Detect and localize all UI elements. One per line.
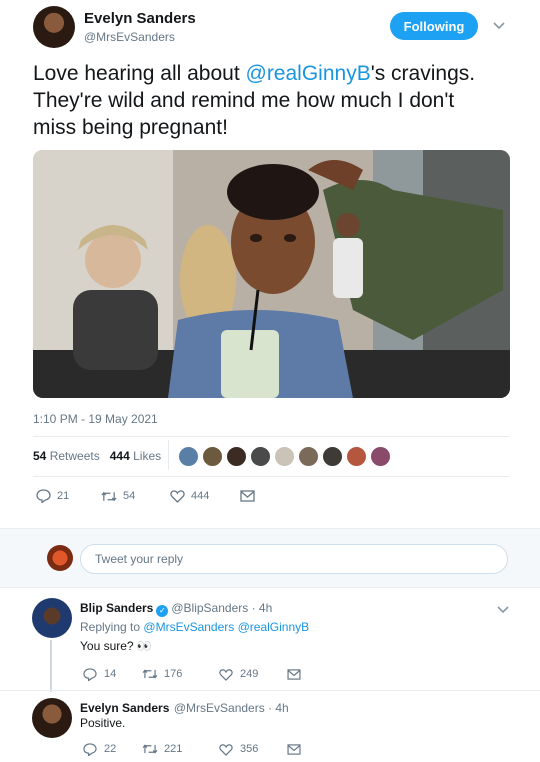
liker-avatars[interactable] (178, 446, 391, 467)
reply-icon (82, 741, 98, 757)
retweet-icon (142, 666, 158, 682)
mention-link[interactable]: @realGinnyB (246, 62, 371, 85)
reply-count: 14 (104, 668, 117, 680)
retweet-button[interactable]: 54 (101, 488, 169, 504)
reply-input[interactable]: Tweet your reply (80, 544, 508, 574)
like-count: 356 (240, 743, 259, 755)
liker-avatar[interactable] (298, 446, 319, 467)
tweet-text-start: Love hearing all about (33, 62, 246, 85)
mail-icon (286, 666, 302, 682)
chevron-down-icon[interactable] (497, 601, 509, 617)
retweet-count: 176 (164, 668, 183, 680)
liker-avatar[interactable] (226, 446, 247, 467)
tweet-timestamp[interactable]: 1:10 PM - 19 May 2021 (33, 412, 158, 426)
reply-text: You sure? 👀 (80, 639, 152, 653)
retweet-button[interactable]: 176 (142, 666, 218, 682)
mail-icon (239, 488, 255, 504)
chevron-down-icon[interactable] (493, 17, 505, 33)
like-count: 444 (191, 490, 210, 502)
tweet-photo[interactable] (33, 150, 510, 398)
engagement-stats: 54 Retweets 444 Likes (33, 449, 161, 463)
liker-avatar[interactable] (346, 446, 367, 467)
retweets-label: Retweets (49, 449, 100, 463)
like-button[interactable]: 356 (218, 741, 286, 757)
like-button[interactable]: 249 (218, 666, 286, 682)
reply-header: Blip Sanders ✓ @BlipSanders · 4h (80, 599, 272, 617)
current-user-avatar[interactable] (47, 545, 73, 571)
verified-icon: ✓ (156, 604, 169, 617)
reply-text: Positive. (80, 716, 126, 730)
reply-author-name[interactable]: Evelyn Sanders (80, 701, 169, 715)
likes-count: 444 (109, 449, 130, 463)
tweet-text: Love hearing all about @realGinnyB's cra… (33, 60, 503, 141)
reply-button[interactable]: 22 (82, 741, 142, 757)
retweet-icon (142, 741, 158, 757)
like-button[interactable]: 444 (169, 488, 239, 504)
following-button[interactable]: Following (390, 12, 478, 40)
author-name[interactable]: Evelyn Sanders (84, 10, 196, 27)
author-handle[interactable]: @MrsEvSanders (84, 30, 175, 44)
heart-icon (169, 488, 185, 504)
retweet-count: 54 (123, 490, 136, 502)
reply-actions: 14 176 249 (82, 666, 302, 682)
author-avatar[interactable] (33, 6, 75, 48)
reply-icon (82, 666, 98, 682)
reply-button[interactable]: 14 (82, 666, 142, 682)
reply-button[interactable]: 21 (35, 488, 101, 504)
message-button[interactable] (286, 741, 302, 757)
likes-label: Likes (133, 449, 162, 463)
reply-avatar[interactable] (32, 598, 72, 638)
message-button[interactable] (239, 488, 255, 504)
retweets-count: 54 (33, 449, 47, 463)
message-button[interactable] (286, 666, 302, 682)
divider (168, 440, 169, 470)
divider (0, 690, 540, 691)
liker-avatar[interactable] (370, 446, 391, 467)
liker-avatar[interactable] (202, 446, 223, 467)
retweet-icon (101, 488, 117, 504)
reply-author-name[interactable]: Blip Sanders (80, 601, 153, 615)
thread-line (50, 640, 52, 692)
like-count: 249 (240, 668, 259, 680)
reply-count: 22 (104, 743, 117, 755)
mail-icon (286, 741, 302, 757)
replying-to: Replying to @MrsEvSanders @realGinnyB (80, 620, 309, 634)
reply-handle-time[interactable]: @BlipSanders · 4h (171, 601, 272, 615)
divider (33, 436, 510, 437)
replying-to-handles[interactable]: @MrsEvSanders @realGinnyB (143, 620, 309, 634)
tweet-actions: 21 54 444 (35, 488, 255, 504)
likes-stat[interactable]: 444 Likes (110, 449, 161, 463)
retweet-button[interactable]: 221 (142, 741, 218, 757)
reply-handle-time[interactable]: @MrsEvSanders · 4h (174, 701, 289, 715)
divider (33, 476, 510, 477)
reply-actions: 22 221 356 (82, 741, 302, 757)
reply-icon (35, 488, 51, 504)
heart-icon (218, 741, 234, 757)
reply-avatar[interactable] (32, 698, 72, 738)
reply-count: 21 (57, 490, 70, 502)
liker-avatar[interactable] (178, 446, 199, 467)
liker-avatar[interactable] (250, 446, 271, 467)
liker-avatar[interactable] (322, 446, 343, 467)
retweets-stat[interactable]: 54 Retweets (33, 449, 100, 463)
replying-label: Replying to (80, 620, 141, 634)
retweet-count: 221 (164, 743, 183, 755)
heart-icon (218, 666, 234, 682)
liker-avatar[interactable] (274, 446, 295, 467)
reply-header: Evelyn Sanders @MrsEvSanders · 4h (80, 699, 289, 717)
